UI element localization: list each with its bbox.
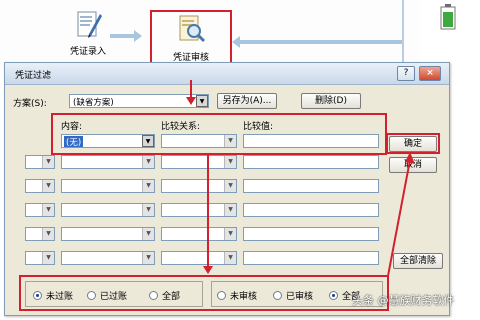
radio-label: 全部 xyxy=(162,292,181,302)
chevron-down-icon[interactable]: ▼ xyxy=(142,228,154,240)
logic-select[interactable]: ▼ xyxy=(25,251,55,265)
voucher-entry-icon xyxy=(73,8,103,42)
radio-label: 未审核 xyxy=(230,292,258,302)
flow-arrowhead-left xyxy=(232,36,240,48)
compare-select[interactable]: ▼ xyxy=(161,227,237,241)
chevron-down-icon[interactable]: ▼ xyxy=(142,252,154,264)
posting-option-unposted[interactable]: 未过账 xyxy=(33,289,73,302)
flow-node-voucher-audit[interactable]: 凭证审核 xyxy=(150,10,232,64)
annotation-arrow-options-to-confirm xyxy=(387,152,415,277)
chevron-down-icon[interactable]: ▼ xyxy=(42,156,54,168)
compare-select[interactable]: ▼ xyxy=(161,203,237,217)
dialog-titlebar[interactable]: 凭证过滤 ? × xyxy=(5,63,449,85)
chevron-down-icon[interactable]: ▼ xyxy=(224,204,236,216)
logic-select[interactable]: ▼ xyxy=(25,179,55,193)
content-column-header: 内容: xyxy=(61,122,83,132)
chevron-down-icon[interactable]: ▼ xyxy=(42,228,54,240)
delete-button[interactable]: 删除(D) xyxy=(301,93,361,109)
radio-unchecked-icon xyxy=(149,291,158,300)
annotation-arrow-header-to-options xyxy=(207,155,209,267)
radio-label: 已审核 xyxy=(286,292,314,302)
compare-select[interactable]: ▼ xyxy=(161,179,237,193)
audit-option-audited[interactable]: 已审核 xyxy=(273,289,313,302)
dialog-title: 凭证过滤 xyxy=(15,71,52,81)
compare-select[interactable]: ▼ xyxy=(161,155,237,169)
radio-unchecked-icon xyxy=(87,291,96,300)
posting-option-all[interactable]: 全部 xyxy=(149,289,180,302)
logic-select[interactable]: ▼ xyxy=(25,203,55,217)
help-button[interactable]: ? xyxy=(397,66,415,81)
content-select-row-1[interactable]: (无) ▼ xyxy=(61,134,155,148)
scheme-label: 方案(S): xyxy=(13,99,47,109)
posting-option-posted[interactable]: 已过账 xyxy=(87,289,127,302)
annotation-arrowhead-down xyxy=(186,97,196,105)
radio-unchecked-icon xyxy=(273,291,282,300)
chevron-down-icon[interactable]: ▼ xyxy=(224,180,236,192)
compare-select-row-1[interactable]: ▼ xyxy=(161,134,237,148)
annotation-arrow-audit-to-header xyxy=(190,80,192,98)
value-field[interactable] xyxy=(243,227,379,241)
radio-label: 已过账 xyxy=(100,292,128,302)
annotation-arrowhead-down xyxy=(203,266,213,274)
watermark: 头条 @慧族财务软件 xyxy=(352,294,455,307)
content-select[interactable]: ▼ xyxy=(61,179,155,193)
flow-arrow-return xyxy=(240,40,402,44)
chevron-down-icon[interactable]: ▼ xyxy=(142,135,154,147)
voucher-entry-label: 凭证录入 xyxy=(69,47,106,57)
radio-label: 未过账 xyxy=(46,292,74,302)
chevron-down-icon[interactable]: ▼ xyxy=(196,95,208,107)
chevron-down-icon[interactable]: ▼ xyxy=(142,156,154,168)
chevron-down-icon[interactable]: ▼ xyxy=(224,252,236,264)
voucher-audit-icon xyxy=(176,14,206,48)
content-select[interactable]: ▼ xyxy=(61,155,155,169)
value-field[interactable] xyxy=(243,203,379,217)
audit-option-unaudited[interactable]: 未审核 xyxy=(217,289,257,302)
radio-unchecked-icon xyxy=(217,291,226,300)
content-select[interactable]: ▼ xyxy=(61,203,155,217)
scheme-select-value: (缺省方案) xyxy=(73,98,114,108)
content-select-value: (无) xyxy=(64,136,84,148)
logic-select[interactable]: ▼ xyxy=(25,227,55,241)
radio-checked-icon xyxy=(33,291,42,300)
value-column-header: 比较值: xyxy=(243,122,274,132)
value-field-row-1[interactable] xyxy=(243,134,379,148)
content-select[interactable]: ▼ xyxy=(61,251,155,265)
chevron-down-icon[interactable]: ▼ xyxy=(142,180,154,192)
value-field[interactable] xyxy=(243,155,379,169)
chevron-down-icon[interactable]: ▼ xyxy=(42,252,54,264)
flow-arrow-entry-to-audit xyxy=(110,34,136,38)
value-field[interactable] xyxy=(243,179,379,193)
chevron-down-icon[interactable]: ▼ xyxy=(224,135,236,147)
flow-arrowhead-right xyxy=(134,30,142,42)
close-button[interactable]: × xyxy=(419,66,441,81)
chevron-down-icon[interactable]: ▼ xyxy=(42,204,54,216)
radio-checked-icon xyxy=(329,291,338,300)
flow-node-voucher-entry: 凭证录入 xyxy=(58,8,118,57)
flow-connector-vertical xyxy=(402,0,404,70)
chevron-down-icon[interactable]: ▼ xyxy=(42,180,54,192)
chevron-down-icon[interactable]: ▼ xyxy=(224,156,236,168)
compare-select[interactable]: ▼ xyxy=(161,251,237,265)
chevron-down-icon[interactable]: ▼ xyxy=(142,204,154,216)
compare-column-header: 比较关系: xyxy=(161,122,201,132)
logic-select[interactable]: ▼ xyxy=(25,155,55,169)
content-select[interactable]: ▼ xyxy=(61,227,155,241)
save-as-button[interactable]: 另存为(A)... xyxy=(217,93,277,109)
battery-icon xyxy=(440,4,456,30)
value-field[interactable] xyxy=(243,251,379,265)
chevron-down-icon[interactable]: ▼ xyxy=(224,228,236,240)
